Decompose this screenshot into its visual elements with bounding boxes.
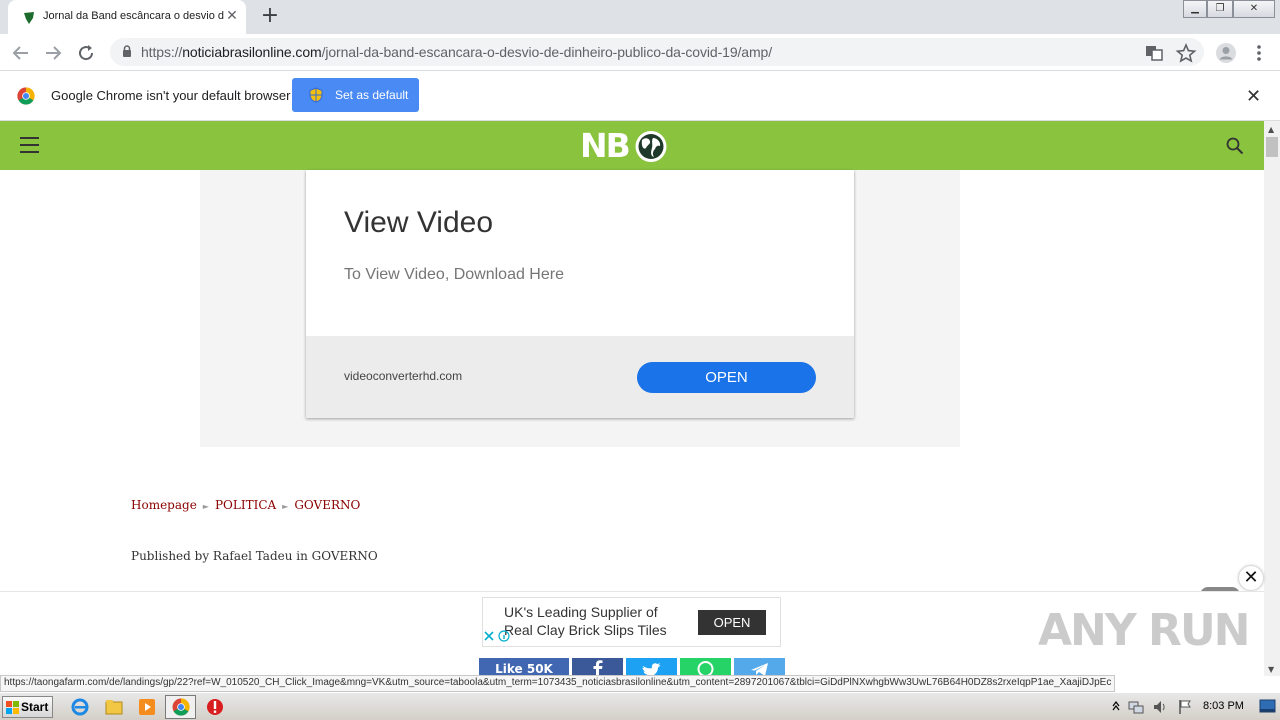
status-bar-url: https://taongafarm.com/de/landings/gp/22… [0, 675, 1116, 692]
scrollbar-thumb[interactable] [1266, 137, 1278, 157]
breadcrumb-governo[interactable]: GOVERNO [294, 498, 360, 512]
site-logo[interactable]: NB [580, 129, 670, 163]
network-tray-icon[interactable] [1128, 699, 1144, 715]
url-path: /jornal-da-band-escancara-o-desvio-de-di… [321, 44, 773, 60]
set-as-default-label: Set as default [335, 88, 409, 102]
taskbar-clock: 8:03 PM [1203, 700, 1244, 712]
start-button[interactable]: Start [2, 696, 53, 718]
article-byline: Published by Rafael Tadeu in GOVERNO [131, 549, 378, 563]
ad-headline: View Video [344, 206, 494, 239]
ad-open-button[interactable]: OPEN [637, 362, 816, 393]
chrome-taskbar-icon [172, 698, 190, 716]
infobar-message: Google Chrome isn't your default browser [51, 88, 291, 103]
taskbar-chrome-button[interactable] [165, 695, 196, 719]
url-host: noticiabrasilonline.com [182, 44, 322, 60]
breadcrumb: Homepage ► POLITICA ► GOVERNO [131, 498, 360, 512]
window-restore-button[interactable]: ❐ [1207, 0, 1233, 18]
sticky-ad-line-1: UK's Leading Supplier of [504, 604, 658, 620]
ad-domain: videoconverterhd.com [344, 369, 463, 383]
site-header: NB [0, 121, 1264, 170]
tab-active[interactable]: Jornal da Band escâncara o desvio d ✕ [8, 0, 246, 34]
ad-container: View Video To View Video, Download Here … [200, 170, 960, 447]
profile-avatar-icon[interactable] [1215, 42, 1237, 64]
chrome-logo-icon [17, 87, 35, 105]
breadcrumb-separator-icon: ► [202, 502, 209, 511]
browser-toolbar: https://noticiabrasilonline.com/jornal-d… [0, 34, 1280, 71]
sticky-ad-close-icon[interactable]: ✕ [1239, 566, 1263, 590]
forward-arrow-icon[interactable] [42, 42, 64, 64]
default-browser-infobar: Google Chrome isn't your default browser… [0, 71, 1280, 121]
tab-close-icon[interactable]: ✕ [224, 8, 240, 24]
internet-explorer-icon[interactable] [70, 697, 90, 717]
start-label: Start [21, 700, 49, 714]
back-arrow-icon[interactable] [10, 42, 32, 64]
sticky-ad[interactable]: UK's Leading Supplier of Real Clay Brick… [482, 597, 781, 647]
window-minimize-button[interactable]: ▁ [1183, 0, 1207, 18]
url-text: https://noticiabrasilonline.com/jornal-d… [141, 44, 772, 60]
action-center-flag-icon[interactable] [1177, 699, 1193, 715]
volume-tray-icon[interactable] [1152, 699, 1168, 715]
scroll-down-arrow-icon[interactable]: ▼ [1268, 665, 1274, 674]
logo-text: NB [580, 126, 631, 165]
scroll-up-arrow-icon[interactable]: ▲ [1268, 125, 1274, 134]
media-player-icon[interactable] [137, 697, 157, 717]
reload-icon[interactable] [75, 42, 97, 64]
new-tab-button[interactable]: + [258, 4, 282, 28]
page-scrollbar[interactable]: ▲ ▼ [1264, 121, 1280, 676]
shield-icon [309, 87, 323, 103]
tray-expand-icon[interactable] [1112, 700, 1120, 712]
menu-kebab-icon[interactable] [1248, 42, 1270, 64]
breadcrumb-politica[interactable]: POLITICA [215, 498, 276, 512]
set-as-default-button[interactable]: Set as default [292, 78, 419, 112]
site-favicon-icon [24, 12, 34, 24]
ad-subtext: To View Video, Download Here [344, 266, 564, 283]
search-icon[interactable] [1226, 137, 1244, 155]
bookmark-star-icon[interactable] [1175, 42, 1197, 64]
facebook-like-label: Like 50K [495, 662, 553, 676]
windows-taskbar: Start 8:03 PM [0, 692, 1280, 720]
ad-footer: videoconverterhd.com OPEN [306, 336, 854, 418]
show-desktop-icon[interactable] [1259, 698, 1276, 715]
url-scheme: https:// [141, 44, 183, 60]
tab-title: Jornal da Band escâncara o desvio d [43, 10, 225, 22]
windows-logo-icon [6, 701, 19, 714]
tab-strip: Jornal da Band escâncara o desvio d ✕ + … [0, 0, 1280, 34]
address-bar[interactable]: https://noticiabrasilonline.com/jornal-d… [110, 38, 1204, 66]
adchoices-icon[interactable] [482, 629, 512, 643]
sticky-ad-open-button[interactable]: OPEN [698, 610, 766, 635]
lock-icon[interactable] [122, 45, 132, 58]
breadcrumb-separator-icon: ► [282, 502, 289, 511]
file-explorer-icon[interactable] [104, 697, 124, 717]
infobar-close-icon[interactable]: ✕ [1246, 86, 1261, 107]
video-ad-card[interactable]: View Video To View Video, Download Here … [306, 170, 854, 418]
sticky-ad-line-2: Real Clay Brick Slips Tiles [504, 622, 667, 638]
globe-icon [635, 131, 667, 162]
breadcrumb-homepage[interactable]: Homepage [131, 498, 197, 512]
anyrun-watermark: ANY RUN [1038, 605, 1250, 656]
antivirus-icon[interactable] [205, 697, 225, 717]
translate-icon[interactable] [1143, 42, 1165, 64]
window-close-button[interactable]: ✕ [1233, 0, 1275, 18]
hamburger-menu-icon[interactable] [20, 137, 39, 153]
